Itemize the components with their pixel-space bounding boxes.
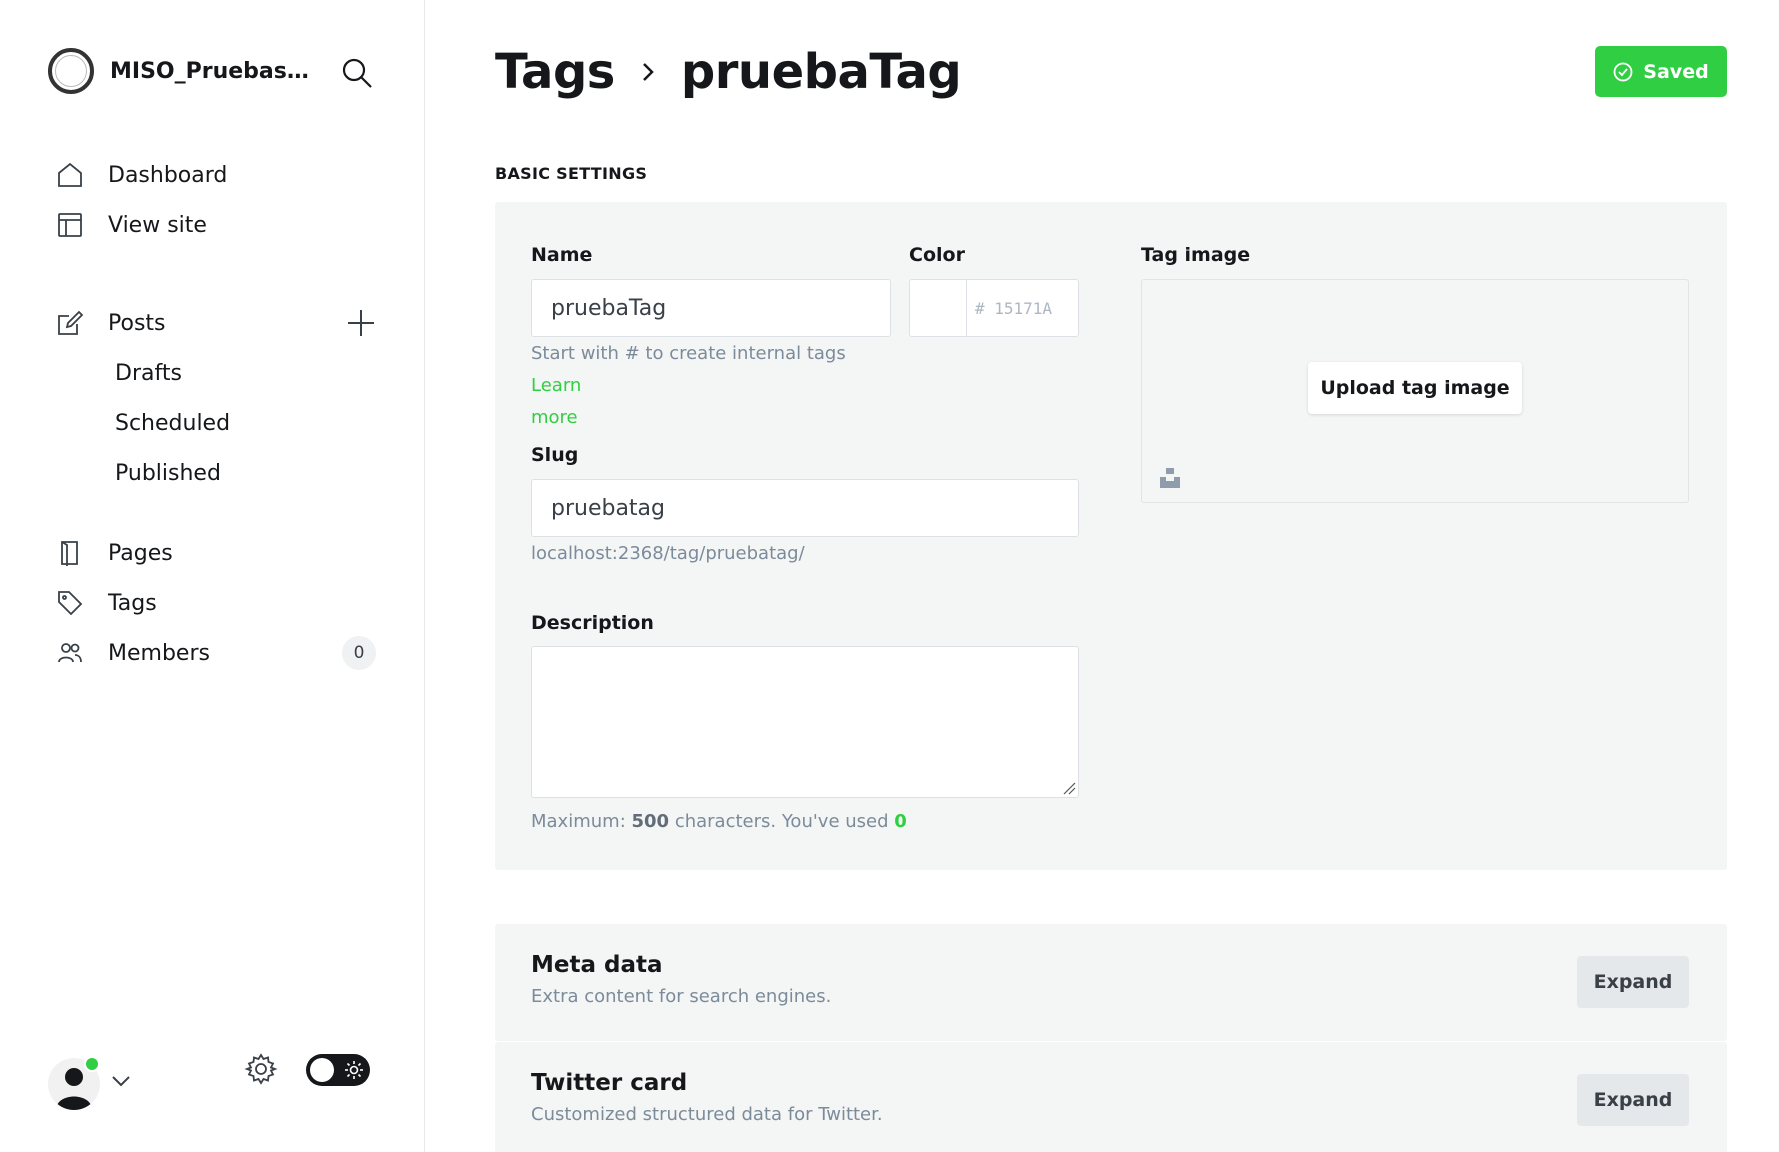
- sidebar-item-label: Published: [115, 460, 221, 486]
- site-logo: [48, 48, 94, 94]
- edit-icon: [56, 309, 84, 337]
- name-hint-text: Start with # to create internal tags: [531, 343, 846, 364]
- desc-hint-max: 500: [631, 811, 670, 832]
- twitter-card-expand-button[interactable]: Expand: [1577, 1074, 1689, 1126]
- tag-image-label: Tag image: [1141, 244, 1251, 266]
- sun-icon: [345, 1061, 363, 1079]
- learn-more-link-continued[interactable]: more: [531, 407, 578, 428]
- theme-toggle[interactable]: [306, 1054, 370, 1086]
- page-icon: [56, 539, 84, 567]
- toggle-knob: [310, 1058, 334, 1082]
- nav-bottom: Pages Tags Members 0: [56, 528, 376, 678]
- upload-tag-image-button[interactable]: Upload tag image: [1308, 362, 1522, 414]
- layout-icon: [56, 211, 84, 239]
- name-input[interactable]: pruebaTag: [531, 279, 891, 337]
- meta-data-expand-button[interactable]: Expand: [1577, 956, 1689, 1008]
- resize-handle-icon[interactable]: [1062, 781, 1076, 795]
- slug-label: Slug: [531, 444, 579, 466]
- search-icon[interactable]: [340, 56, 374, 90]
- twitter-card-subtitle: Customized structured data for Twitter.: [531, 1104, 883, 1125]
- sidebar-item-pages[interactable]: Pages: [56, 528, 376, 578]
- unsplash-icon[interactable]: [1160, 468, 1180, 488]
- name-hint: Start with # to create internal tags Lea…: [531, 338, 891, 434]
- basic-settings-panel: Name pruebaTag Start with # to create in…: [495, 202, 1727, 870]
- save-button[interactable]: Saved: [1595, 46, 1727, 97]
- add-post-icon[interactable]: [346, 308, 376, 338]
- sidebar-item-view-site[interactable]: View site: [56, 200, 376, 250]
- name-input-value: pruebaTag: [551, 295, 667, 321]
- sidebar-item-drafts[interactable]: Drafts: [56, 348, 376, 398]
- sidebar-item-label: View site: [108, 212, 207, 238]
- sidebar-item-members[interactable]: Members 0: [56, 628, 376, 678]
- desc-hint-mid: characters. You've used: [674, 811, 889, 832]
- color-swatch[interactable]: [910, 280, 967, 336]
- desc-hint-prefix: Maximum:: [531, 811, 626, 832]
- site-name: MISO_PruebasA...: [110, 58, 310, 84]
- nav-top: Dashboard View site: [56, 150, 376, 250]
- tag-image-dropzone[interactable]: Upload tag image: [1141, 279, 1689, 503]
- sidebar-item-label: Pages: [108, 540, 173, 566]
- section-title: BASIC SETTINGS: [495, 164, 648, 183]
- sidebar-item-label: Members: [108, 640, 210, 666]
- sidebar-item-published[interactable]: Published: [56, 448, 376, 498]
- sidebar: MISO_PruebasA... Dashboard View site Pos…: [0, 0, 425, 1152]
- description-label: Description: [531, 612, 654, 634]
- sidebar-item-tags[interactable]: Tags: [56, 578, 376, 628]
- site-brand[interactable]: MISO_PruebasA...: [48, 48, 310, 94]
- chevron-down-icon[interactable]: [110, 1070, 132, 1092]
- meta-data-title: Meta data: [531, 952, 663, 978]
- tag-icon: [56, 589, 84, 617]
- breadcrumb: Tags pruebaTag: [495, 44, 962, 100]
- sidebar-item-label: Tags: [108, 590, 157, 616]
- chevron-right-icon: [642, 63, 654, 81]
- main-content: Tags pruebaTag Saved BASIC SETTINGS Name…: [425, 0, 1779, 1152]
- sidebar-item-dashboard[interactable]: Dashboard: [56, 150, 376, 200]
- home-icon: [56, 161, 84, 189]
- sidebar-item-label: Scheduled: [115, 410, 231, 436]
- meta-data-section: Meta data Extra content for search engin…: [495, 924, 1727, 1041]
- meta-data-subtitle: Extra content for search engines.: [531, 986, 832, 1007]
- user-menu[interactable]: [48, 1056, 100, 1110]
- learn-more-link[interactable]: Learn: [531, 375, 581, 396]
- slug-input[interactable]: pruebatag: [531, 479, 1079, 537]
- name-label: Name: [531, 244, 593, 266]
- slug-url-hint: localhost:2368/tag/pruebatag/: [531, 543, 805, 564]
- description-hint: Maximum: 500 characters. You've used 0: [531, 806, 907, 838]
- gear-icon[interactable]: [244, 1052, 278, 1086]
- nav-posts: Posts Drafts Scheduled Published: [56, 298, 376, 498]
- sidebar-item-label: Dashboard: [108, 162, 228, 188]
- page-title: pruebaTag: [680, 44, 962, 100]
- sidebar-item-posts[interactable]: Posts: [56, 298, 376, 348]
- twitter-card-title: Twitter card: [531, 1070, 688, 1096]
- members-icon: [56, 639, 84, 667]
- color-hex-value: # 15171A: [975, 298, 1053, 318]
- desc-hint-used: 0: [894, 811, 907, 832]
- twitter-card-section: Twitter card Customized structured data …: [495, 1042, 1727, 1152]
- sidebar-item-label: Posts: [108, 310, 166, 336]
- check-circle-icon: [1613, 62, 1633, 81]
- description-textarea[interactable]: [531, 646, 1079, 798]
- sidebar-item-scheduled[interactable]: Scheduled: [56, 398, 376, 448]
- color-input[interactable]: # 15171A: [909, 279, 1079, 337]
- online-status-dot: [84, 1056, 100, 1072]
- members-count-badge: 0: [342, 636, 376, 670]
- slug-input-value: pruebatag: [551, 495, 666, 521]
- sidebar-item-label: Drafts: [115, 360, 182, 386]
- color-label: Color: [909, 244, 965, 266]
- save-button-label: Saved: [1643, 60, 1709, 83]
- breadcrumb-tags-link[interactable]: Tags: [495, 44, 615, 100]
